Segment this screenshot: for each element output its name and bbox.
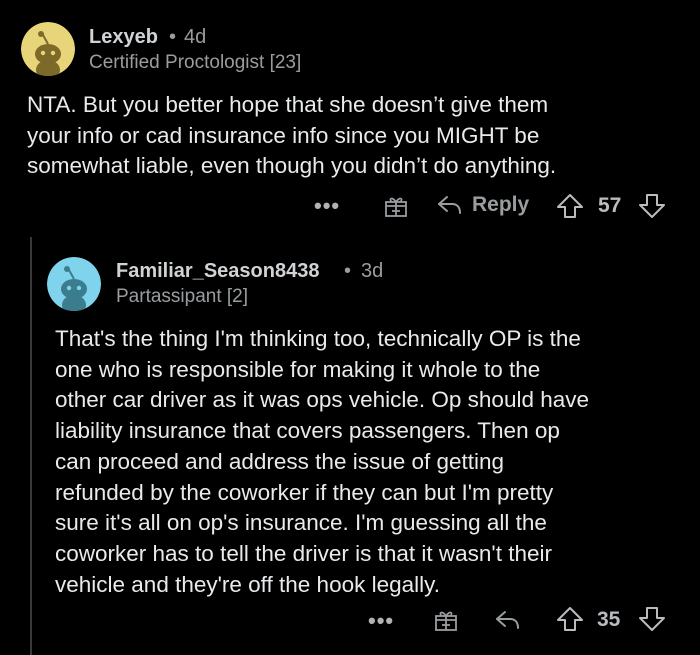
comment-body: That's the thing I'm thinking too, techn… xyxy=(55,324,589,600)
comment-body-line: liability insurance that covers passenge… xyxy=(55,418,560,444)
award-button[interactable] xyxy=(433,607,459,633)
downvote-button[interactable] xyxy=(638,606,666,632)
separator-dot: • xyxy=(344,260,352,282)
reply-button[interactable] xyxy=(494,608,522,632)
comment-body-line: That's the thing I'm thinking too, techn… xyxy=(55,326,581,351)
award-gift-icon xyxy=(435,611,457,631)
downvote-arrow-icon xyxy=(639,607,665,631)
vote-score: 35 xyxy=(597,608,621,631)
username[interactable]: Familiar_Season8438 xyxy=(116,260,319,283)
user-avatar[interactable] xyxy=(47,257,101,311)
comment-body-line: coworker has to tell the driver is that … xyxy=(55,540,552,566)
comment-body-line: vehicle and they're off the hook legally… xyxy=(55,571,440,597)
comment-body-line: can proceed and address the issue of get… xyxy=(55,448,505,474)
comment-body-line: sure it's all on op's insurance. I'm gue… xyxy=(55,510,547,536)
user-flair: Partassipant [2] xyxy=(116,286,249,307)
more-options-icon[interactable]: ••• xyxy=(368,608,394,634)
reply-comment: Familiar_Season8438 • 3d Partassipant [2… xyxy=(0,0,700,655)
comment-body-line: one who is responsible for making it who… xyxy=(55,356,541,382)
upvote-arrow-icon xyxy=(557,607,583,631)
snoo-avatar-icon xyxy=(47,257,101,311)
comment-body-line: other car driver as it was ops vehicle. … xyxy=(55,387,590,413)
comment-body-line: refunded by the coworker if they can but… xyxy=(55,479,554,505)
reply-arrow-icon xyxy=(496,611,519,629)
comment-age: 3d xyxy=(361,260,384,282)
upvote-button[interactable] xyxy=(556,606,584,632)
